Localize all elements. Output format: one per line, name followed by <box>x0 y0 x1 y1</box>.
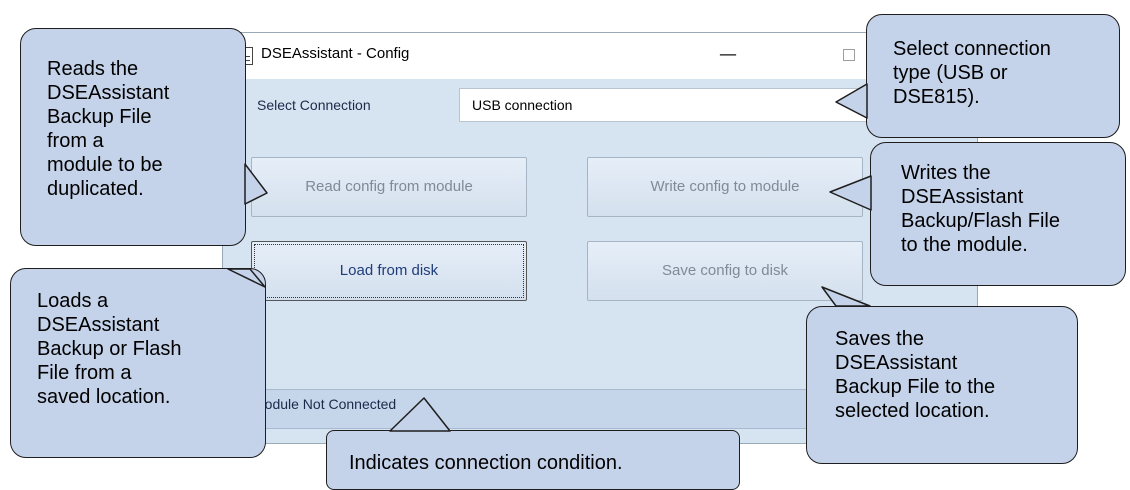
callout-write: Writes the DSEAssistant Backup/Flash Fil… <box>870 142 1126 286</box>
callout-save-text: Saves the DSEAssistant Backup File to th… <box>835 328 996 422</box>
callout-read-text: Reads the DSEAssistant Backup File from … <box>47 58 170 200</box>
connection-label: Select Connection <box>257 97 371 113</box>
callout-write-text: Writes the DSEAssistant Backup/Flash Fil… <box>901 162 1060 256</box>
title-bar: DSEAssistant - Config — <box>223 33 977 79</box>
read-config-button[interactable]: Read config from module <box>251 157 527 217</box>
connection-select[interactable]: USB connection <box>459 88 899 122</box>
callout-save: Saves the DSEAssistant Backup File to th… <box>806 306 1078 464</box>
callout-read: Reads the DSEAssistant Backup File from … <box>20 28 246 246</box>
callout-select-text: Select connection type (USB or DSE815). <box>893 38 1051 108</box>
callout-status: Indicates connection condition. <box>326 430 740 490</box>
status-text: Module Not Connected <box>253 396 397 412</box>
callout-status-text: Indicates connection condition. <box>349 452 623 474</box>
maximize-button[interactable] <box>843 49 855 61</box>
callout-load-text: Loads a DSEAssistant Backup or Flash Fil… <box>37 290 182 408</box>
minimize-button[interactable]: — <box>713 43 743 69</box>
callout-select: Select connection type (USB or DSE815). <box>866 14 1120 138</box>
load-from-disk-button[interactable]: Load from disk <box>251 241 527 301</box>
callout-load: Loads a DSEAssistant Backup or Flash Fil… <box>10 268 266 458</box>
save-config-button[interactable]: Save config to disk <box>587 241 863 301</box>
write-config-button[interactable]: Write config to module <box>587 157 863 217</box>
window-title: DSEAssistant - Config <box>261 45 410 62</box>
